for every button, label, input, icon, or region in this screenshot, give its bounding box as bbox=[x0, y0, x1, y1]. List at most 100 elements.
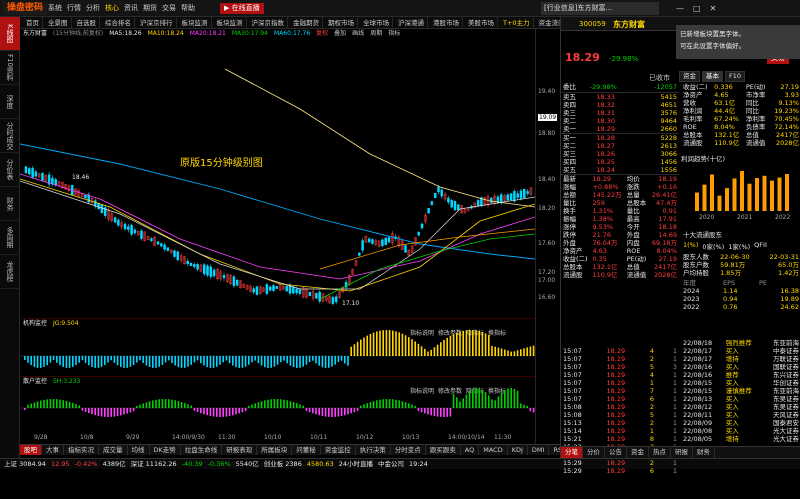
market-nav-item[interactable]: 沪深京指数 bbox=[249, 17, 288, 28]
right-bottom-tab[interactable]: 热点 bbox=[649, 447, 671, 458]
sidenav-item[interactable]: 分价表 bbox=[0, 153, 20, 187]
bottom-tab[interactable]: 分时变点 bbox=[391, 445, 426, 455]
bottom-tab[interactable]: 资金监控 bbox=[321, 445, 356, 455]
weibi-row: 委比 -29.98% -12057 bbox=[563, 83, 677, 91]
overlay-link[interactable]: 叠加 bbox=[334, 29, 346, 39]
market-nav-item[interactable]: 金融期货 bbox=[290, 17, 323, 28]
sidenav-item[interactable]: 深度 bbox=[0, 85, 20, 119]
market-nav-item[interactable]: 期权市场 bbox=[325, 17, 358, 28]
draw-link[interactable]: 画线 bbox=[352, 29, 364, 39]
bottom-tab[interactable]: 大事 bbox=[42, 445, 64, 455]
close-icon[interactable]: ✕ bbox=[710, 2, 717, 15]
indicator-bar bbox=[123, 356, 125, 368]
bottom-tab[interactable]: MACD bbox=[479, 445, 508, 455]
table-row: 股东户数 59.81万 65.0万 bbox=[683, 261, 799, 269]
indicator-bar bbox=[36, 401, 39, 408]
minimize-icon[interactable]: — bbox=[676, 2, 684, 15]
menu-item[interactable]: 资讯 bbox=[124, 3, 138, 14]
indicator-bar bbox=[331, 408, 333, 417]
indicator-bar bbox=[427, 351, 429, 356]
bottom-tab[interactable]: AQ bbox=[461, 445, 480, 455]
indicator-bar bbox=[270, 399, 272, 408]
fin-tab[interactable]: F10 bbox=[725, 71, 746, 82]
sidenav-item[interactable]: 龙虎榜 bbox=[0, 255, 20, 289]
right-bottom-tab[interactable]: 分价 bbox=[583, 447, 605, 458]
market-nav-item[interactable]: 综合排名 bbox=[102, 17, 135, 28]
shareholder-tab[interactable]: 1家(%) bbox=[728, 241, 750, 251]
menu-item[interactable]: 期货 bbox=[143, 3, 157, 14]
table-row: 卖四 18.32 4651 bbox=[563, 101, 677, 109]
indicator-bar bbox=[398, 332, 400, 356]
title-bar: 操盘密码 系统 行情 分析 核心 资讯 期货 交易 帮助 ▶ 在线直播 [行业信… bbox=[0, 0, 800, 17]
market-nav-item[interactable]: 美股市场 bbox=[465, 17, 498, 28]
sidenav-item[interactable]: K线图 bbox=[0, 17, 20, 51]
fuquan-link[interactable]: 复权 bbox=[316, 29, 328, 39]
menu-item[interactable]: 系统 bbox=[48, 3, 62, 14]
bottom-tab[interactable]: DK走势 bbox=[150, 445, 181, 455]
market-nav-item[interactable]: 沪深港通 bbox=[395, 17, 428, 28]
bottom-tab[interactable]: 跟买跟卖 bbox=[426, 445, 461, 455]
shareholder-tab[interactable]: 1(%) bbox=[683, 241, 698, 251]
bottom-tab[interactable]: KDJ bbox=[508, 445, 528, 455]
indicator-bar bbox=[184, 403, 186, 408]
profit-bar bbox=[777, 177, 782, 211]
menu-item[interactable]: 行情 bbox=[67, 3, 81, 14]
period-link[interactable]: 周期 bbox=[370, 29, 382, 39]
sidenav-item[interactable]: 多周期 bbox=[0, 221, 20, 255]
bottom-tab[interactable]: 成交量 bbox=[99, 445, 128, 455]
shareholder-tab[interactable]: QFII bbox=[754, 241, 767, 251]
maximize-icon[interactable]: □ bbox=[693, 2, 701, 15]
right-bottom-tab[interactable]: 公告 bbox=[605, 447, 627, 458]
right-bottom-tab[interactable]: 分笔 bbox=[561, 447, 583, 458]
live-badge[interactable]: ▶ 在线直播 bbox=[220, 3, 264, 14]
indicator-link[interactable]: 指标 bbox=[388, 29, 400, 39]
right-bottom-tab[interactable]: 财务 bbox=[693, 447, 715, 458]
market-nav-item[interactable]: 板块监测 bbox=[214, 17, 247, 28]
indicator-bar bbox=[113, 408, 116, 417]
indicator-bar bbox=[59, 356, 61, 366]
market-nav-item[interactable]: 板块监测 bbox=[179, 17, 212, 28]
fin-tab[interactable]: 资金 bbox=[679, 71, 700, 82]
candle-body bbox=[193, 264, 196, 267]
sidenav-item[interactable]: 财务 bbox=[0, 187, 20, 221]
indicator-bar bbox=[430, 349, 432, 356]
bottom-tab[interactable]: 股吧 bbox=[20, 445, 42, 455]
right-bottom-tab[interactable]: 资金 bbox=[627, 447, 649, 458]
candle-body bbox=[150, 238, 153, 242]
menu-item[interactable]: 交易 bbox=[162, 3, 176, 14]
market-nav-item[interactable]: 首页 bbox=[23, 17, 43, 28]
bottom-tab[interactable]: 拉盘生命线 bbox=[181, 445, 223, 455]
bottom-tab[interactable]: 所属板块 bbox=[257, 445, 293, 455]
market-nav-item[interactable]: T+0主力 bbox=[500, 17, 534, 28]
kline-chart[interactable]: 原版15分钟级别图 18.46 17.10 bbox=[20, 39, 535, 309]
bottom-tab[interactable]: DMI bbox=[528, 445, 550, 455]
news-ticker[interactable]: [行业信息]东方财富... bbox=[541, 2, 659, 15]
right-bottom-tab[interactable]: 研报 bbox=[671, 447, 693, 458]
bottom-tab[interactable]: 研报表现 bbox=[222, 445, 258, 455]
candle-body bbox=[156, 241, 160, 245]
indicator-bar bbox=[177, 356, 180, 368]
menu-item[interactable]: 分析 bbox=[86, 3, 100, 14]
menu-item[interactable]: 核心 bbox=[105, 3, 119, 14]
menu-item[interactable]: 帮助 bbox=[181, 3, 195, 14]
indicator-bar bbox=[196, 408, 199, 413]
time-tick: 11:30 bbox=[218, 434, 236, 441]
shareholders: 十大流通股东 1(%) 0家(%) 1家(%) QFII 股东人数 22-06-30 22… bbox=[681, 229, 800, 311]
market-nav-item[interactable]: 全景图 bbox=[45, 17, 72, 28]
change-pct: -29.98% bbox=[609, 55, 639, 63]
indicator-bar bbox=[315, 408, 317, 415]
bottom-tab[interactable]: 问董秘 bbox=[292, 445, 321, 455]
shareholder-tab[interactable]: 0家(%) bbox=[702, 241, 724, 251]
fin-tab[interactable]: 基本 bbox=[702, 71, 723, 82]
sidenav-item[interactable]: F10资料 bbox=[0, 51, 20, 85]
indicator-bar bbox=[228, 356, 231, 364]
market-nav-item[interactable]: 自选股 bbox=[74, 17, 100, 28]
market-nav-item[interactable]: 全球市场 bbox=[360, 17, 393, 28]
sidenav-item[interactable]: 分时成交 bbox=[0, 119, 20, 153]
bottom-tab[interactable]: 均线 bbox=[128, 445, 150, 455]
market-nav-item[interactable]: 沪深京排行 bbox=[137, 17, 177, 28]
indicator-bar bbox=[513, 388, 516, 408]
bottom-tab[interactable]: 执行决策 bbox=[356, 445, 391, 455]
market-nav-item[interactable]: 港股市场 bbox=[430, 17, 463, 28]
bottom-tab[interactable]: 指标实况 bbox=[64, 445, 99, 455]
